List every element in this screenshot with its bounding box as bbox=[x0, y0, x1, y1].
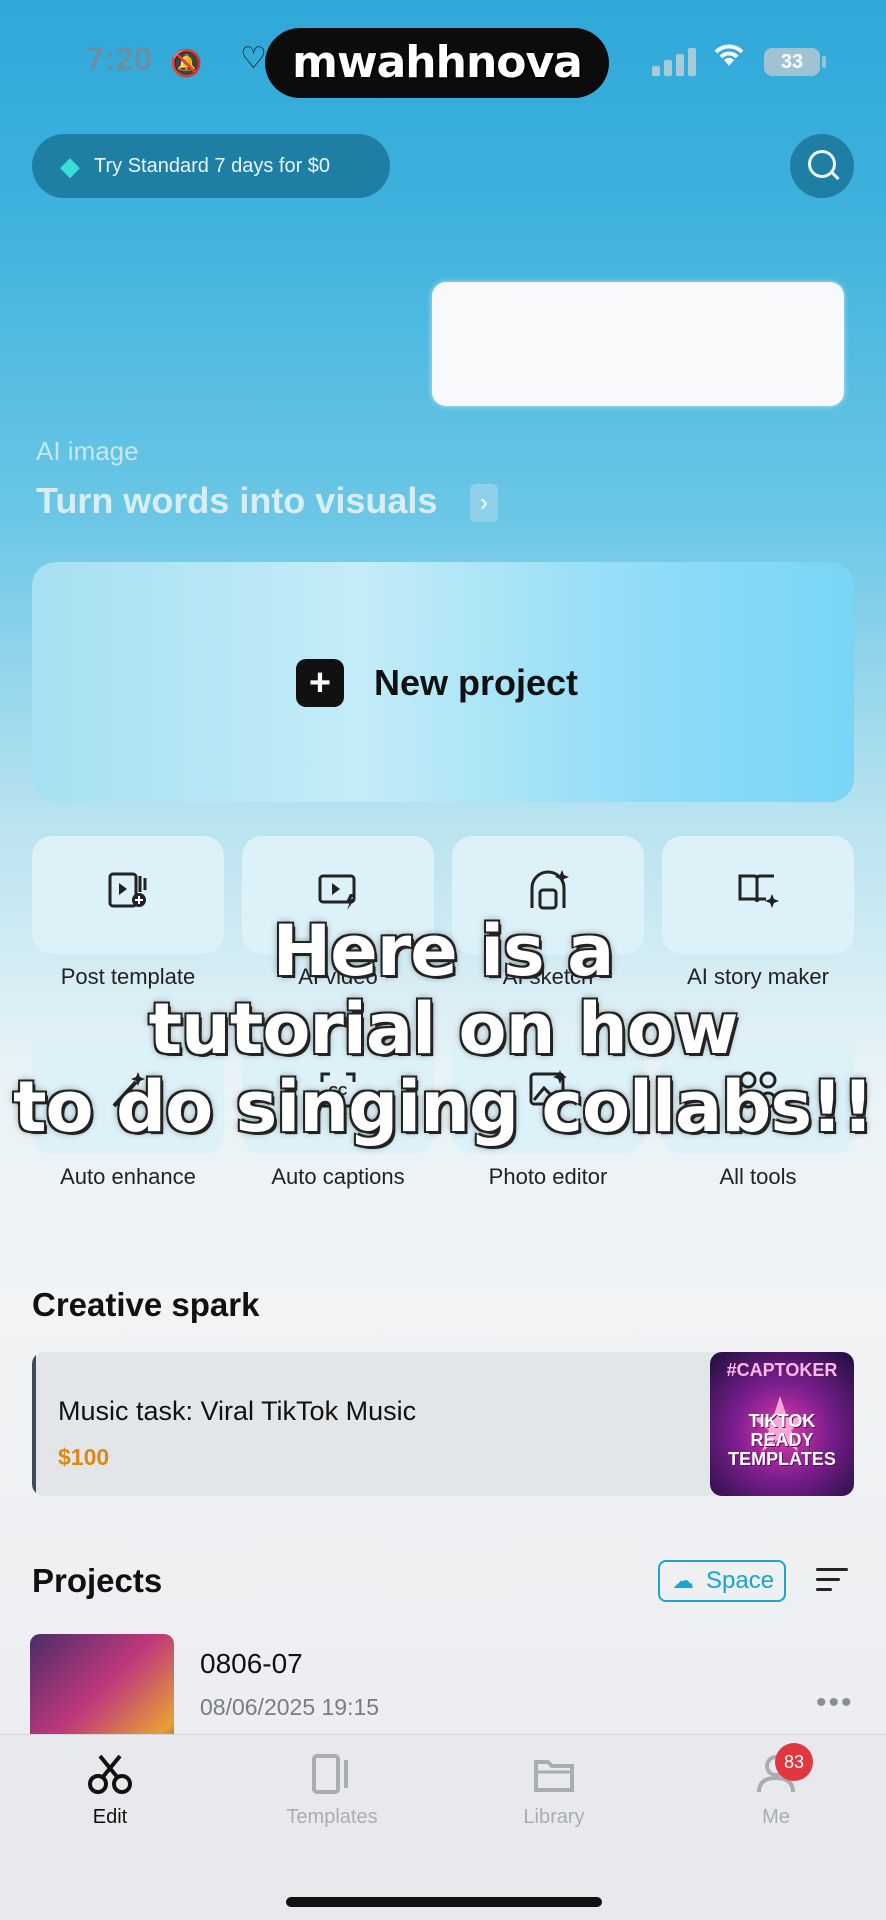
thumb-text: TIKTOK READY TEMPLATES bbox=[728, 1411, 836, 1469]
tool-label: Photo editor bbox=[488, 1164, 608, 1189]
battery-tip bbox=[822, 56, 826, 68]
heart-icon: ♡ bbox=[240, 42, 267, 75]
search-button[interactable] bbox=[790, 134, 854, 198]
projects-title: Projects bbox=[32, 1562, 163, 1599]
project-date: 08/06/2025 19:15 bbox=[200, 1694, 380, 1720]
tab-me[interactable]: Me bbox=[721, 1806, 831, 1829]
promo-card[interactable] bbox=[432, 282, 844, 406]
tool-label: All tools bbox=[719, 1164, 797, 1189]
tab-edit[interactable]: Edit bbox=[55, 1806, 165, 1829]
templates-icon[interactable] bbox=[277, 1752, 387, 1806]
status-time: 7:20 bbox=[86, 40, 153, 77]
space-label: Space bbox=[706, 1567, 775, 1594]
caption-line: to do singing collabs!! bbox=[13, 1066, 874, 1148]
app-screen: 7:20 🔕 ♡ mwahhnova 33 ◆ Try Standard 7 d… bbox=[0, 0, 886, 1920]
space-button[interactable]: ☁ Space bbox=[658, 1560, 786, 1602]
tool-label: Auto enhance bbox=[60, 1164, 196, 1189]
tab-templates[interactable]: Templates bbox=[277, 1806, 387, 1829]
thumb-tag: #CAPTOKER bbox=[726, 1360, 838, 1380]
scissors-icon[interactable] bbox=[55, 1752, 165, 1806]
cloud-upload-icon: ☁ bbox=[672, 1568, 694, 1593]
spark-card-title: Music task: Viral TikTok Music bbox=[58, 1396, 417, 1426]
plus-icon[interactable]: + bbox=[296, 659, 344, 707]
home-indicator[interactable] bbox=[286, 1897, 602, 1907]
new-project-label[interactable]: New project bbox=[374, 659, 578, 707]
tab-library[interactable]: Library bbox=[499, 1806, 609, 1829]
ai-image-headline[interactable]: Turn words into visuals bbox=[36, 480, 437, 522]
ai-image-label: AI image bbox=[36, 436, 139, 466]
folder-icon[interactable] bbox=[499, 1752, 609, 1806]
chevron-right-icon[interactable]: › bbox=[470, 484, 498, 522]
bell-mute-icon: 🔕 bbox=[170, 48, 203, 78]
project-name[interactable]: 0806-07 bbox=[200, 1648, 303, 1680]
caption-line: Here is a bbox=[272, 910, 615, 992]
cell-signal-icon bbox=[652, 46, 696, 76]
video-caption-overlay: Here is a tutorial on how to do singing … bbox=[0, 912, 886, 1146]
sort-edit-icon[interactable] bbox=[816, 1564, 852, 1596]
more-options-icon[interactable]: ••• bbox=[816, 1686, 854, 1720]
diamond-icon: ◆ bbox=[60, 150, 80, 181]
spark-thumbnail[interactable]: #CAPTOKER ★ TIKTOK READY TEMPLATES bbox=[710, 1352, 854, 1496]
spark-card-price: $100 bbox=[58, 1444, 110, 1470]
username-overlay: mwahhnova bbox=[265, 28, 609, 98]
tool-label: Auto captions bbox=[271, 1164, 405, 1189]
wifi-icon bbox=[712, 38, 746, 77]
try-standard-button[interactable]: ◆ Try Standard 7 days for $0 bbox=[32, 134, 390, 198]
caption-line: tutorial on how bbox=[148, 988, 739, 1070]
notification-badge: 83 bbox=[775, 1743, 813, 1781]
creative-spark-title: Creative spark bbox=[32, 1286, 260, 1323]
trial-label: Try Standard 7 days for $0 bbox=[94, 154, 331, 177]
battery-indicator: 33 bbox=[764, 48, 820, 76]
